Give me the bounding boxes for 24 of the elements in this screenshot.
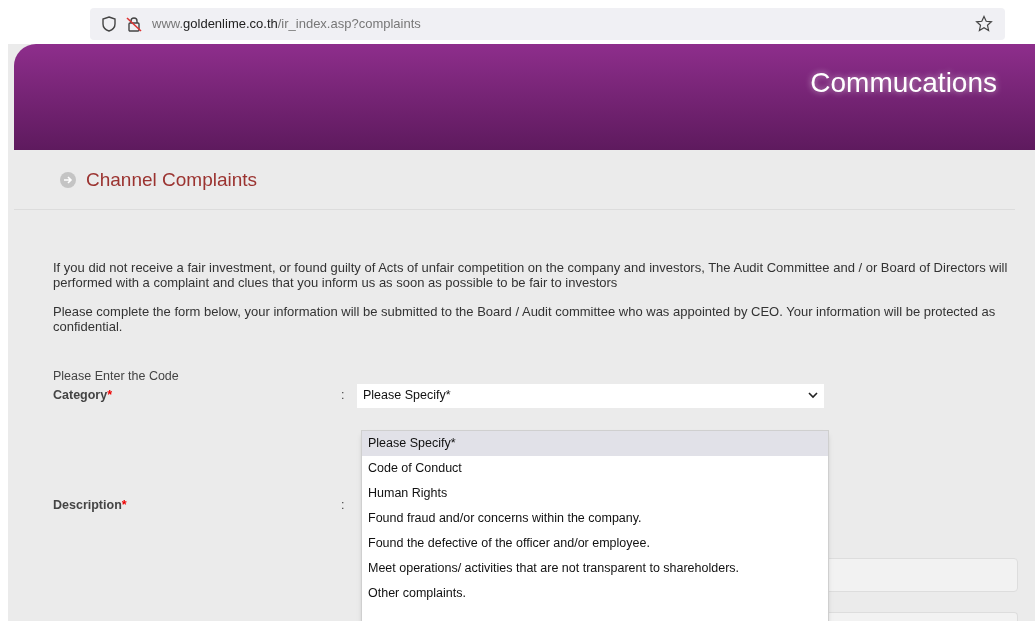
- form-intro: Please Enter the Code: [53, 367, 180, 384]
- dropdown-option[interactable]: Found fraud and/or concerns within the company.: [362, 506, 828, 531]
- field-label: Description*: [53, 497, 128, 515]
- paragraph: If you did not receive a fair investment, or found guilty of Acts of unfair competition on the company and investors, The Audit Committee and / or Board of Directors will performed with a complaint and clues that you inform us as soon as possible to be fair to investors: [53, 259, 1009, 290]
- category-select[interactable]: Please Specify*: [357, 383, 824, 408]
- banner-title: Commucations: [810, 66, 997, 100]
- url-text[interactable]: www.goldenlime.co.th/ir_index.asp?complaints: [152, 14, 421, 34]
- arrow-circle-icon: [60, 172, 76, 189]
- section-title: Channel Complaints: [86, 168, 258, 192]
- dropdown-option[interactable]: Code of Conduct: [362, 456, 828, 481]
- dropdown-option[interactable]: Please Specify*: [362, 431, 828, 456]
- field-label: Category*: [53, 387, 114, 405]
- paragraph: Please complete the form below, your information will be submitted to the Board / Audit committee who was appointed by CEO. Your information will be protected as confidential.: [53, 303, 997, 334]
- dropdown-option[interactable]: Other complaints.: [362, 581, 828, 606]
- address-bar[interactable]: www.goldenlime.co.th/ir_index.asp?complaints: [90, 8, 1005, 40]
- lock-crossed-icon: [126, 16, 142, 32]
- bookmark-star-icon[interactable]: [975, 15, 993, 33]
- dropdown-option[interactable]: Meet operations/ activities that are not transparent to shareholders.: [362, 556, 828, 581]
- chevron-down-icon: [808, 392, 818, 399]
- dropdown-option[interactable]: Human Rights: [362, 481, 828, 506]
- colon-separator: :: [341, 497, 346, 515]
- colon-separator: :: [341, 387, 346, 405]
- shield-icon: [102, 16, 116, 32]
- dropdown-option[interactable]: Found the defective of the officer and/or employee.: [362, 531, 828, 556]
